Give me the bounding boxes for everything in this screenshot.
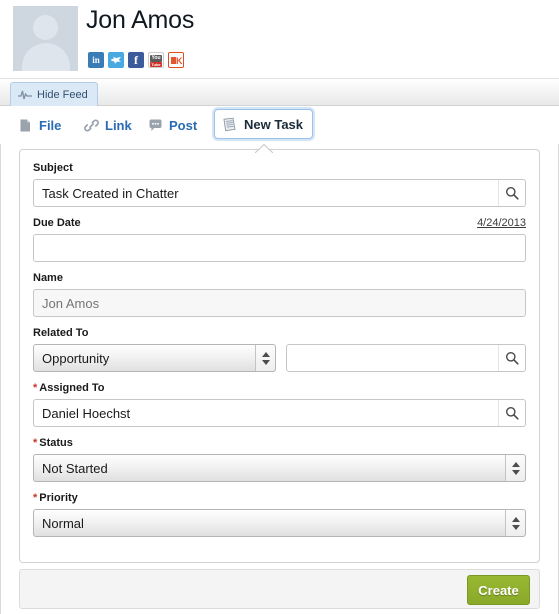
- action-link-label: Link: [105, 117, 132, 133]
- search-icon: [506, 187, 519, 200]
- related-to-lookup-input[interactable]: [286, 344, 526, 372]
- youtube-icon-top: You: [150, 55, 162, 62]
- assigned-to-search-button[interactable]: [498, 400, 525, 426]
- form-footer: Create: [19, 569, 540, 609]
- subject-search-button[interactable]: [498, 180, 525, 206]
- field-subject: Subject: [33, 161, 526, 207]
- assigned-to-label-text: Assigned To: [39, 382, 105, 394]
- new-task-form-card: Subject Due Date 4/24/2013: [19, 149, 540, 563]
- field-assigned-to: * Assigned To: [33, 381, 526, 427]
- name-label: Name: [33, 272, 63, 284]
- search-icon: [506, 352, 519, 365]
- avatar-head-shape: [33, 15, 58, 40]
- action-new-task-label: New Task: [244, 116, 304, 132]
- related-to-label: Related To: [33, 327, 89, 339]
- avatar[interactable]: [13, 6, 78, 71]
- status-label-text: Status: [39, 437, 73, 449]
- pulse-icon: [18, 90, 32, 99]
- field-name: Name: [33, 271, 526, 317]
- create-button[interactable]: Create: [467, 575, 530, 605]
- assigned-to-input[interactable]: [33, 399, 526, 427]
- action-post[interactable]: Post: [148, 112, 197, 138]
- action-file[interactable]: File: [18, 112, 61, 138]
- document-icon: [20, 119, 30, 131]
- action-post-label: Post: [169, 117, 198, 133]
- page-title: Jon Amos: [86, 6, 195, 34]
- field-related-to: Related To Opportunity: [33, 326, 526, 372]
- assigned-to-label: * Assigned To: [33, 381, 526, 395]
- priority-select[interactable]: Normal: [33, 509, 526, 537]
- search-icon: [506, 407, 519, 420]
- due-date-quick-link[interactable]: 4/24/2013: [477, 216, 526, 230]
- priority-label: * Priority: [33, 491, 526, 505]
- required-asterisk: *: [33, 492, 38, 504]
- action-file-label: File: [39, 117, 62, 133]
- action-bar: File Link Post New Task: [0, 106, 559, 144]
- new-task-pointer-arrow: [255, 144, 273, 153]
- hide-feed-label: Hide Feed: [37, 88, 88, 101]
- social-links: in f You Tube K: [88, 52, 184, 68]
- speech-bubble-icon: [149, 119, 162, 131]
- related-to-select[interactable]: Opportunity: [33, 344, 276, 372]
- klout-icon-letter: K: [176, 56, 183, 66]
- chatter-new-task-page: Jon Amos in f You Tube K Hide Feed File …: [0, 0, 559, 614]
- subject-input[interactable]: [33, 179, 526, 207]
- required-asterisk: *: [33, 437, 38, 449]
- facebook-icon[interactable]: f: [128, 52, 144, 68]
- hide-feed-tab[interactable]: Hide Feed: [10, 82, 98, 106]
- subject-label: Subject: [33, 162, 73, 174]
- status-select[interactable]: Not Started: [33, 454, 526, 482]
- field-priority: * Priority Normal: [33, 491, 526, 537]
- action-link[interactable]: Link: [84, 112, 132, 138]
- due-date-input[interactable]: [33, 234, 526, 262]
- field-due-date: Due Date 4/24/2013: [33, 216, 526, 262]
- priority-label-text: Priority: [39, 492, 78, 504]
- klout-icon[interactable]: K: [168, 52, 184, 68]
- feed-tab-strip: Hide Feed: [0, 79, 559, 106]
- youtube-icon[interactable]: You Tube: [148, 52, 164, 68]
- task-list-icon: [223, 117, 236, 131]
- youtube-icon-bottom: Tube: [150, 62, 162, 67]
- required-asterisk: *: [33, 382, 38, 394]
- twitter-icon[interactable]: [108, 52, 124, 68]
- field-status: * Status Not Started: [33, 436, 526, 482]
- action-new-task[interactable]: New Task: [214, 109, 314, 139]
- related-to-search-button[interactable]: [498, 345, 525, 371]
- avatar-body-shape: [21, 43, 70, 71]
- name-input[interactable]: [33, 289, 526, 317]
- due-date-label: Due Date: [33, 217, 81, 229]
- profile-header: Jon Amos in f You Tube K: [0, 0, 559, 79]
- chain-link-icon: [84, 119, 99, 131]
- linkedin-icon[interactable]: in: [88, 52, 104, 68]
- status-label: * Status: [33, 436, 526, 450]
